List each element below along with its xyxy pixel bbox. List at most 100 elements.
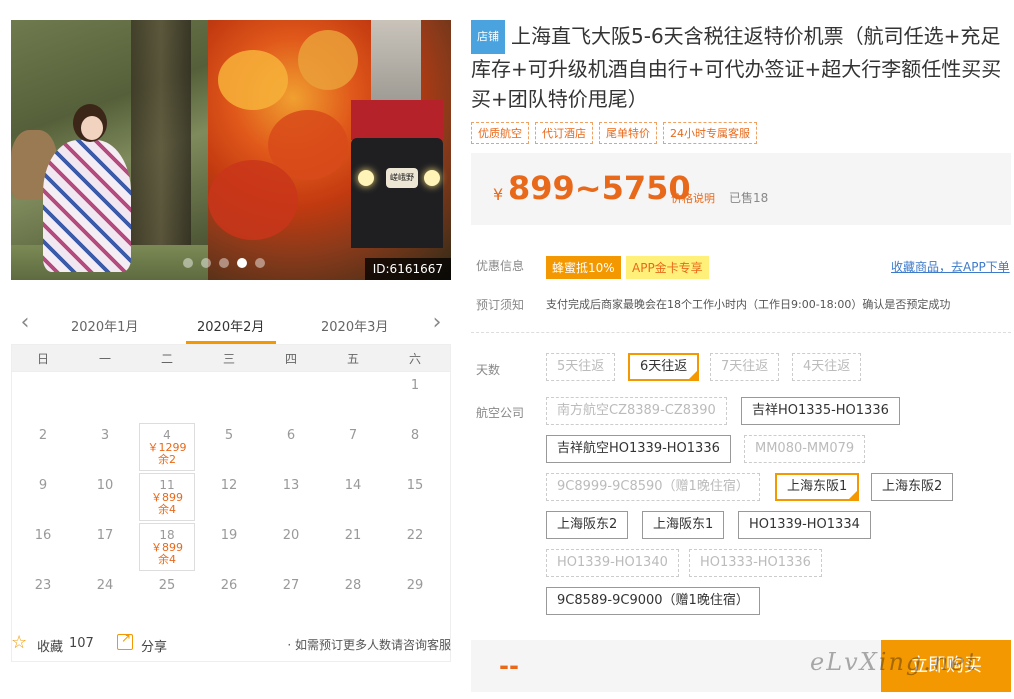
- calendar-day: 23: [34, 578, 52, 593]
- option-chip: 南方航空CZ8389-CZ8390: [546, 397, 727, 425]
- share-icon[interactable]: [117, 631, 133, 650]
- calendar-day: 14: [344, 478, 362, 493]
- option-chip[interactable]: 吉祥航空HO1339-HO1336: [546, 435, 731, 463]
- calendar-day: 15: [406, 478, 424, 493]
- shop-tag[interactable]: 店铺: [471, 20, 505, 54]
- option-chip-selected[interactable]: 6天往返: [628, 353, 700, 381]
- month-tab-active[interactable]: 2020年2月: [197, 316, 264, 335]
- calendar-empty-cell: [198, 372, 260, 422]
- calendar-day-available[interactable]: 11 ￥899 余4: [139, 473, 195, 521]
- favorite-button[interactable]: 收藏: [37, 636, 63, 655]
- promo-label: 优惠信息: [476, 259, 525, 273]
- calendar-empty-cell: [322, 372, 384, 422]
- service-badge: 优质航空: [471, 122, 529, 144]
- carousel-dot[interactable]: [219, 258, 229, 268]
- foliage-shape: [208, 160, 298, 240]
- calendar-day: 8: [410, 428, 420, 443]
- booking-notice: 支付完成后商家最晚会在18个工作小时内（工作日9:00-18:00）确认是否预定…: [546, 298, 951, 311]
- day-number: 4: [163, 428, 171, 442]
- calendar-day: 7: [348, 428, 358, 443]
- weekday-label: 五: [346, 351, 359, 366]
- calendar-day: 20: [282, 528, 300, 543]
- day-stock: 余2: [158, 453, 176, 466]
- site-watermark: eLvXing.net: [810, 648, 979, 676]
- weekday-label: 六: [408, 351, 421, 366]
- product-title-text: 上海直飞大阪5-6天含税往返特价机票（航司任选+充足库存+可升级机酒自由行+可代…: [471, 24, 1002, 111]
- option-chip: 9C8999-9C8590（赠1晚住宿）: [546, 473, 760, 501]
- calendar-day: 29: [406, 578, 424, 593]
- star-icon[interactable]: ☆: [11, 634, 27, 652]
- calendar-empty-cell: [12, 372, 74, 422]
- calendar-grid: 1 2 3 4 ￥1299 余2 5 6 7 8 9 10 11 ￥899 余4 12 13 14 15 16 17 18…: [11, 372, 451, 662]
- calendar-week: 16 17 18 ￥899 余4 19 20 21 22: [12, 522, 450, 572]
- calendar-day: 17: [96, 528, 114, 543]
- calendar-day: 2: [38, 428, 48, 443]
- option-chip[interactable]: 上海阪东2: [546, 511, 629, 539]
- option-chip[interactable]: 上海东阪2: [871, 473, 954, 501]
- option-chip: MM080-MM079: [744, 435, 866, 463]
- option-chip[interactable]: 上海阪东1: [642, 511, 725, 539]
- calendar-day: 28: [344, 578, 362, 593]
- app-order-link[interactable]: 收藏商品，去APP下单: [891, 258, 1010, 275]
- price-box: ¥ 899~5750 价格说明 已售18: [471, 153, 1011, 225]
- chevron-right-icon[interactable]: ›: [427, 312, 447, 334]
- kimono-photo: [11, 20, 208, 280]
- consult-note: · 如需预订更多人数请咨询客服: [287, 638, 451, 652]
- calendar-month-nav: ‹ 2020年1月 2020年2月 2020年3月 ›: [11, 306, 451, 344]
- price-explanation-link[interactable]: 价格说明: [671, 190, 715, 206]
- train-headlight: [424, 170, 440, 186]
- service-badge: 24小时专属客服: [663, 122, 757, 144]
- autumn-train-photo: 嵯峨野: [208, 20, 451, 280]
- carousel-dot[interactable]: [255, 258, 265, 268]
- carousel-dot-active[interactable]: [237, 258, 247, 268]
- option-chip-selected[interactable]: 上海东阪1: [775, 473, 860, 501]
- option-chip[interactable]: 吉祥HO1335-HO1336: [741, 397, 900, 425]
- option-chip[interactable]: 9C8589-9C9000（赠1晚住宿）: [546, 587, 760, 615]
- calendar-day: 27: [282, 578, 300, 593]
- weekday-header: 日 一 二 三 四 五 六: [11, 344, 451, 372]
- calendar-day: 25: [158, 578, 176, 593]
- train-red-band: [351, 100, 443, 140]
- service-badge: 代订酒店: [535, 122, 593, 144]
- weekday-label: 二: [160, 351, 173, 366]
- option-chip[interactable]: HO1339-HO1334: [738, 511, 871, 539]
- carousel-dot[interactable]: [183, 258, 193, 268]
- calendar-day: 10: [96, 478, 114, 493]
- product-title-block: 店铺 上海直飞大阪5-6天含税往返特价机票（航司任选+充足库存+可升级机酒自由行+…: [471, 20, 1011, 114]
- calendar-week: 23 24 25 26 27 28 29: [12, 572, 450, 622]
- image-id-label: ID:6161667: [364, 258, 451, 280]
- weekday-label: 日: [36, 351, 49, 366]
- days-label: 天数: [476, 363, 501, 377]
- carousel-dot[interactable]: [201, 258, 211, 268]
- calendar-day: 6: [286, 428, 296, 443]
- month-tab[interactable]: 2020年3月: [321, 316, 388, 335]
- calendar-week: 2 3 4 ￥1299 余2 5 6 7 8: [12, 422, 450, 472]
- divider: [471, 332, 1011, 333]
- calendar-day: 24: [96, 578, 114, 593]
- calendar-day: 12: [220, 478, 238, 493]
- calendar-day-available[interactable]: 4 ￥1299 余2: [139, 423, 195, 471]
- promo-tag: 蜂蜜抵10%: [546, 256, 621, 279]
- booking-label: 预订须知: [476, 298, 525, 312]
- carousel-dots[interactable]: [183, 258, 265, 268]
- product-image-gallery[interactable]: 嵯峨野 ID:6161667: [11, 20, 451, 280]
- airline-label: 航空公司: [476, 406, 525, 420]
- active-month-underline: [186, 341, 276, 344]
- price-range: 899~5750: [508, 169, 691, 207]
- foliage-shape: [298, 30, 358, 90]
- share-button[interactable]: 分享: [141, 636, 167, 655]
- calendar-day: 9: [38, 478, 48, 493]
- kimono-shape: [43, 140, 131, 272]
- chevron-left-icon[interactable]: ‹: [15, 312, 35, 334]
- date-calendar: ‹ 2020年1月 2020年2月 2020年3月 › 日 一 二 三 四 五 …: [11, 306, 451, 662]
- month-tab[interactable]: 2020年1月: [71, 316, 138, 335]
- calendar-day-available[interactable]: 18 ￥899 余4: [139, 523, 195, 571]
- calendar-week: 9 10 11 ￥899 余4 12 13 14 15: [12, 472, 450, 522]
- train-nameplate: 嵯峨野: [386, 168, 418, 188]
- price-currency: ¥: [493, 185, 504, 204]
- weekday-label: 三: [222, 351, 235, 366]
- promo-tag: APP金卡专享: [626, 256, 709, 279]
- calendar-day: 13: [282, 478, 300, 493]
- sold-count: 已售18: [729, 191, 769, 205]
- calendar-week: 1: [12, 372, 450, 422]
